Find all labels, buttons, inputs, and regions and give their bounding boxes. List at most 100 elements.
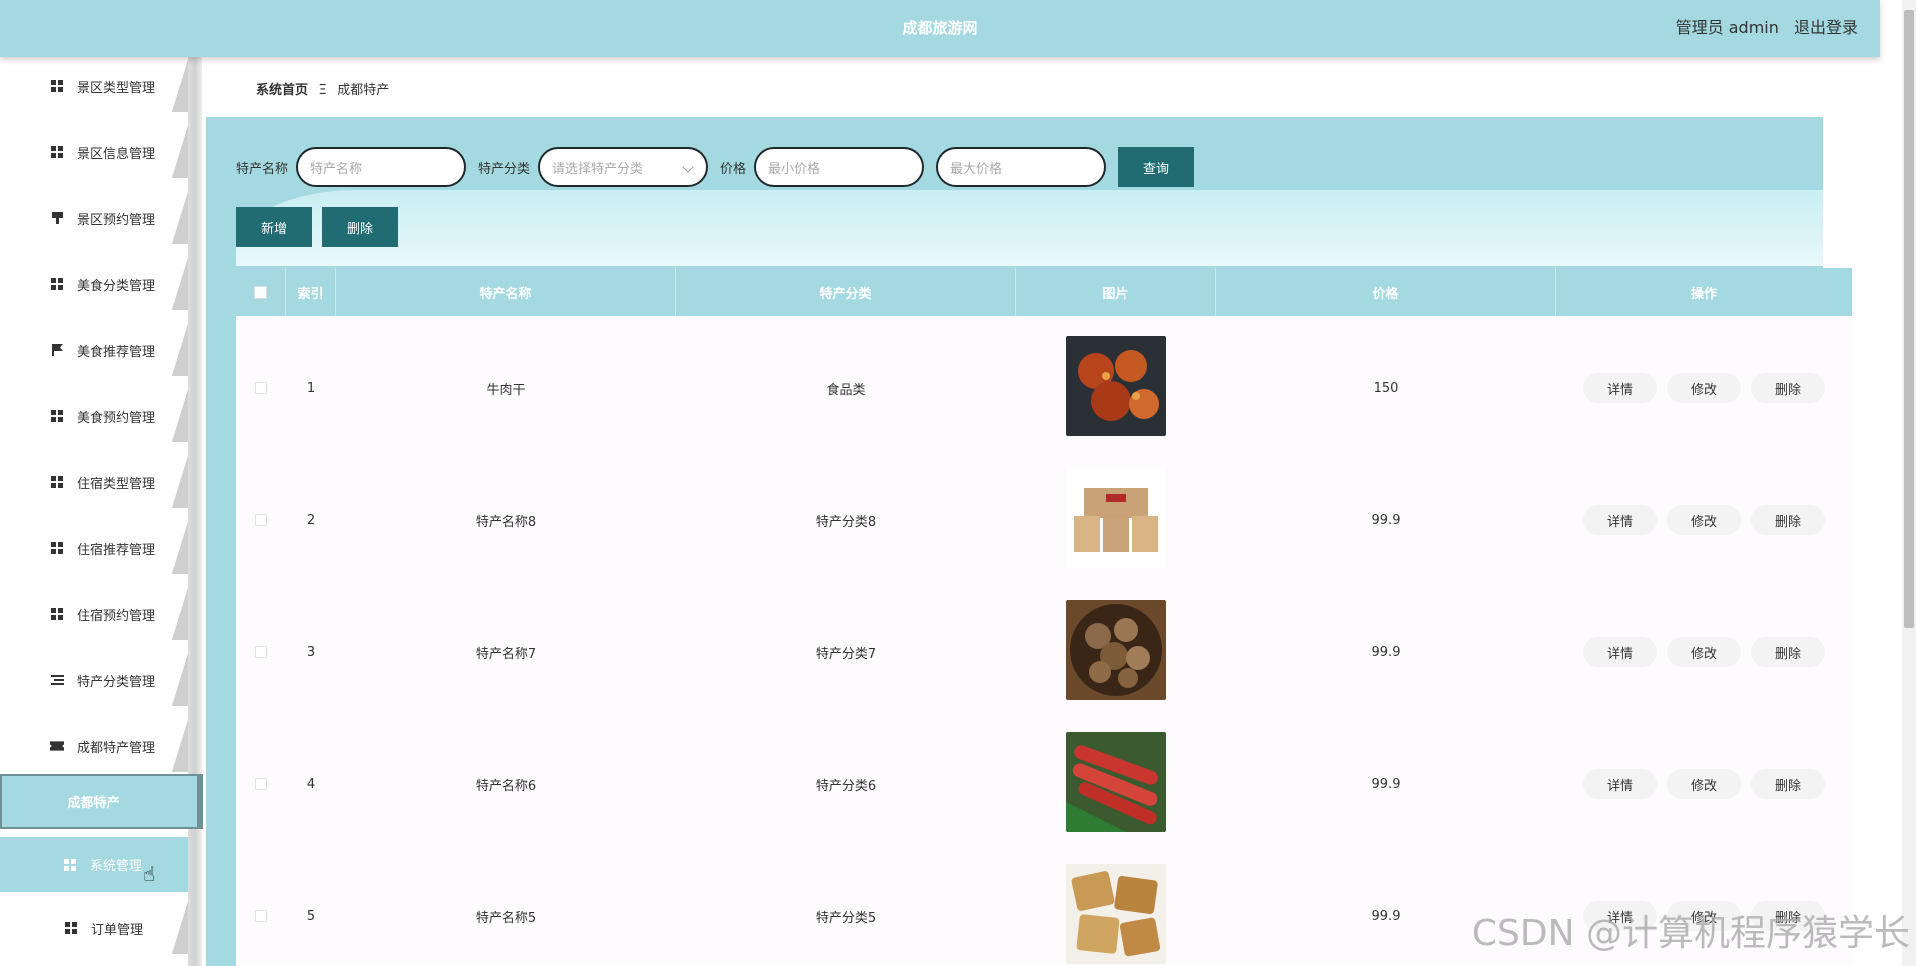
table-header: 索引 特产名称 特产分类 图片 价格 操作 bbox=[236, 268, 1852, 316]
row-actions: 详情 修改 删除 bbox=[1556, 718, 1852, 850]
detail-button[interactable]: 详情 bbox=[1583, 637, 1657, 667]
sidebar-item-label: 特产分类管理 bbox=[77, 674, 156, 690]
category-select[interactable]: 请选择特产分类 bbox=[538, 147, 709, 187]
table-row: 4 特产名称6 特产分类6 99.9 详情 修改 删除 bbox=[236, 718, 1852, 850]
row-price: 99.9 bbox=[1371, 512, 1401, 528]
name-placeholder: 特产名称 bbox=[310, 161, 363, 177]
row-checkbox[interactable] bbox=[255, 646, 267, 658]
row-index: 1 bbox=[306, 380, 316, 396]
row-checkbox-cell bbox=[236, 322, 286, 454]
sidebar-item-specialty-category[interactable]: 特产分类管理 bbox=[0, 654, 188, 706]
row-category: 特产分类5 bbox=[815, 910, 877, 926]
row-index: 3 bbox=[306, 644, 316, 660]
sidebar-item-label: 住宿类型管理 bbox=[77, 476, 156, 492]
ticket-icon bbox=[50, 739, 64, 753]
row-image bbox=[1016, 718, 1216, 850]
edit-button[interactable]: 修改 bbox=[1667, 769, 1741, 799]
sidebar-item-label: 成都特产管理 bbox=[77, 740, 156, 756]
row-checkbox[interactable] bbox=[255, 382, 267, 394]
sidebar-subitem-label: 成都特产 bbox=[67, 796, 120, 811]
data-table: 索引 特产名称 特产分类 图片 价格 操作 1 牛肉干 食品类 150 详情 修改 删除 2 特… bbox=[236, 268, 1852, 966]
page-scrollbar[interactable] bbox=[1902, 0, 1916, 966]
sidebar-item-label: 美食预约管理 bbox=[77, 410, 156, 426]
hand-cursor-icon: ☝ bbox=[143, 862, 156, 886]
row-checkbox-cell bbox=[236, 718, 286, 850]
select-all-cell bbox=[236, 268, 286, 316]
max-price-placeholder: 最大价格 bbox=[950, 161, 1003, 177]
row-image bbox=[1016, 322, 1216, 454]
query-button[interactable]: 查询 bbox=[1118, 147, 1195, 187]
sidebar-item-label: 美食推荐管理 bbox=[77, 344, 156, 360]
site-title: 成都旅游网 bbox=[902, 19, 978, 37]
sidebar-item-scenic-type[interactable]: 景区类型管理 bbox=[0, 60, 188, 112]
delete-button[interactable]: 删除 bbox=[1751, 373, 1825, 403]
sidebar-item-label: 住宿预约管理 bbox=[77, 608, 156, 624]
detail-button[interactable]: 详情 bbox=[1583, 373, 1657, 403]
row-name: 特产名称8 bbox=[475, 514, 537, 530]
edit-button[interactable]: 修改 bbox=[1667, 505, 1741, 535]
list-icon bbox=[50, 673, 64, 687]
sidebar-item-orders[interactable]: 订单管理 bbox=[0, 902, 188, 954]
delete-button[interactable]: 删除 bbox=[1751, 637, 1825, 667]
sidebar-item-label: 景区预约管理 bbox=[77, 212, 156, 228]
col-index: 索引 bbox=[286, 268, 336, 316]
sidebar-item-label: 订单管理 bbox=[91, 922, 144, 938]
row-checkbox[interactable] bbox=[255, 514, 267, 526]
user-role: 管理员 admin bbox=[1675, 18, 1779, 37]
row-category: 特产分类8 bbox=[815, 514, 877, 530]
row-price: 99.9 bbox=[1371, 644, 1401, 660]
edit-button[interactable]: 修改 bbox=[1667, 637, 1741, 667]
row-checkbox-cell bbox=[236, 850, 286, 966]
grid-icon bbox=[50, 409, 64, 423]
sidebar-item-system[interactable]: 系统管理 bbox=[0, 837, 188, 892]
sidebar-item-food-booking[interactable]: 美食预约管理 bbox=[0, 390, 188, 442]
row-index: 5 bbox=[306, 908, 316, 924]
scrollbar-thumb[interactable] bbox=[1904, 10, 1914, 628]
delete-button[interactable]: 删除 bbox=[1751, 505, 1825, 535]
row-name: 特产名称6 bbox=[475, 778, 537, 794]
edit-button[interactable]: 修改 bbox=[1667, 373, 1741, 403]
breadcrumb-home[interactable]: 系统首页 bbox=[256, 83, 308, 98]
user-area: 管理员 admin 退出登录 bbox=[1666, 0, 1858, 57]
row-name: 牛肉干 bbox=[486, 382, 526, 398]
detail-button[interactable]: 详情 bbox=[1583, 769, 1657, 799]
product-thumbnail bbox=[1066, 468, 1166, 572]
row-checkbox[interactable] bbox=[255, 778, 267, 790]
col-category: 特产分类 bbox=[676, 268, 1016, 316]
sidebar-item-specialty[interactable]: 成都特产管理 bbox=[0, 720, 188, 772]
add-button[interactable]: 新增 bbox=[236, 207, 312, 247]
detail-button[interactable]: 详情 bbox=[1583, 505, 1657, 535]
flag-icon bbox=[50, 343, 64, 357]
sidebar-item-scenic-info[interactable]: 景区信息管理 bbox=[0, 126, 188, 178]
sidebar-item-scenic-booking[interactable]: 景区预约管理 bbox=[0, 192, 188, 244]
sidebar-item-stay-type[interactable]: 住宿类型管理 bbox=[0, 456, 188, 508]
col-image: 图片 bbox=[1016, 268, 1216, 316]
sidebar-item-food-category[interactable]: 美食分类管理 bbox=[0, 258, 188, 310]
row-actions: 详情 修改 删除 bbox=[1556, 322, 1852, 454]
select-all-checkbox[interactable] bbox=[254, 285, 267, 299]
name-label: 特产名称 bbox=[236, 161, 289, 177]
grid-icon bbox=[50, 541, 64, 555]
row-checkbox[interactable] bbox=[255, 910, 267, 922]
price-label: 价格 bbox=[720, 161, 747, 177]
grid-icon bbox=[64, 921, 78, 935]
grid-icon bbox=[50, 79, 64, 93]
row-checkbox-cell bbox=[236, 586, 286, 718]
grid-icon bbox=[64, 858, 76, 871]
sidebar-item-food-recommend[interactable]: 美食推荐管理 bbox=[0, 324, 188, 376]
logout-link[interactable]: 退出登录 bbox=[1794, 18, 1858, 37]
delete-button[interactable]: 删除 bbox=[1751, 769, 1825, 799]
sidebar-divider bbox=[188, 57, 202, 966]
sidebar-item-stay-recommend[interactable]: 住宿推荐管理 bbox=[0, 522, 188, 574]
panel-decoration bbox=[236, 190, 1823, 266]
min-price-input[interactable]: 最小价格 bbox=[754, 147, 925, 187]
sidebar-subitem-specialty[interactable]: 成都特产 bbox=[0, 774, 203, 829]
search-bar: 特产名称 特产名称 特产分类 请选择特产分类 价格 最小价格 最大价格 查询 bbox=[236, 147, 1195, 187]
batch-delete-button[interactable]: 删除 bbox=[322, 207, 398, 247]
sidebar-item-stay-booking[interactable]: 住宿预约管理 bbox=[0, 588, 188, 640]
row-actions: 详情 修改 删除 bbox=[1556, 454, 1852, 586]
max-price-input[interactable]: 最大价格 bbox=[936, 147, 1107, 187]
grid-icon bbox=[50, 277, 64, 291]
name-input[interactable]: 特产名称 bbox=[296, 147, 467, 187]
row-name: 特产名称5 bbox=[475, 910, 537, 926]
